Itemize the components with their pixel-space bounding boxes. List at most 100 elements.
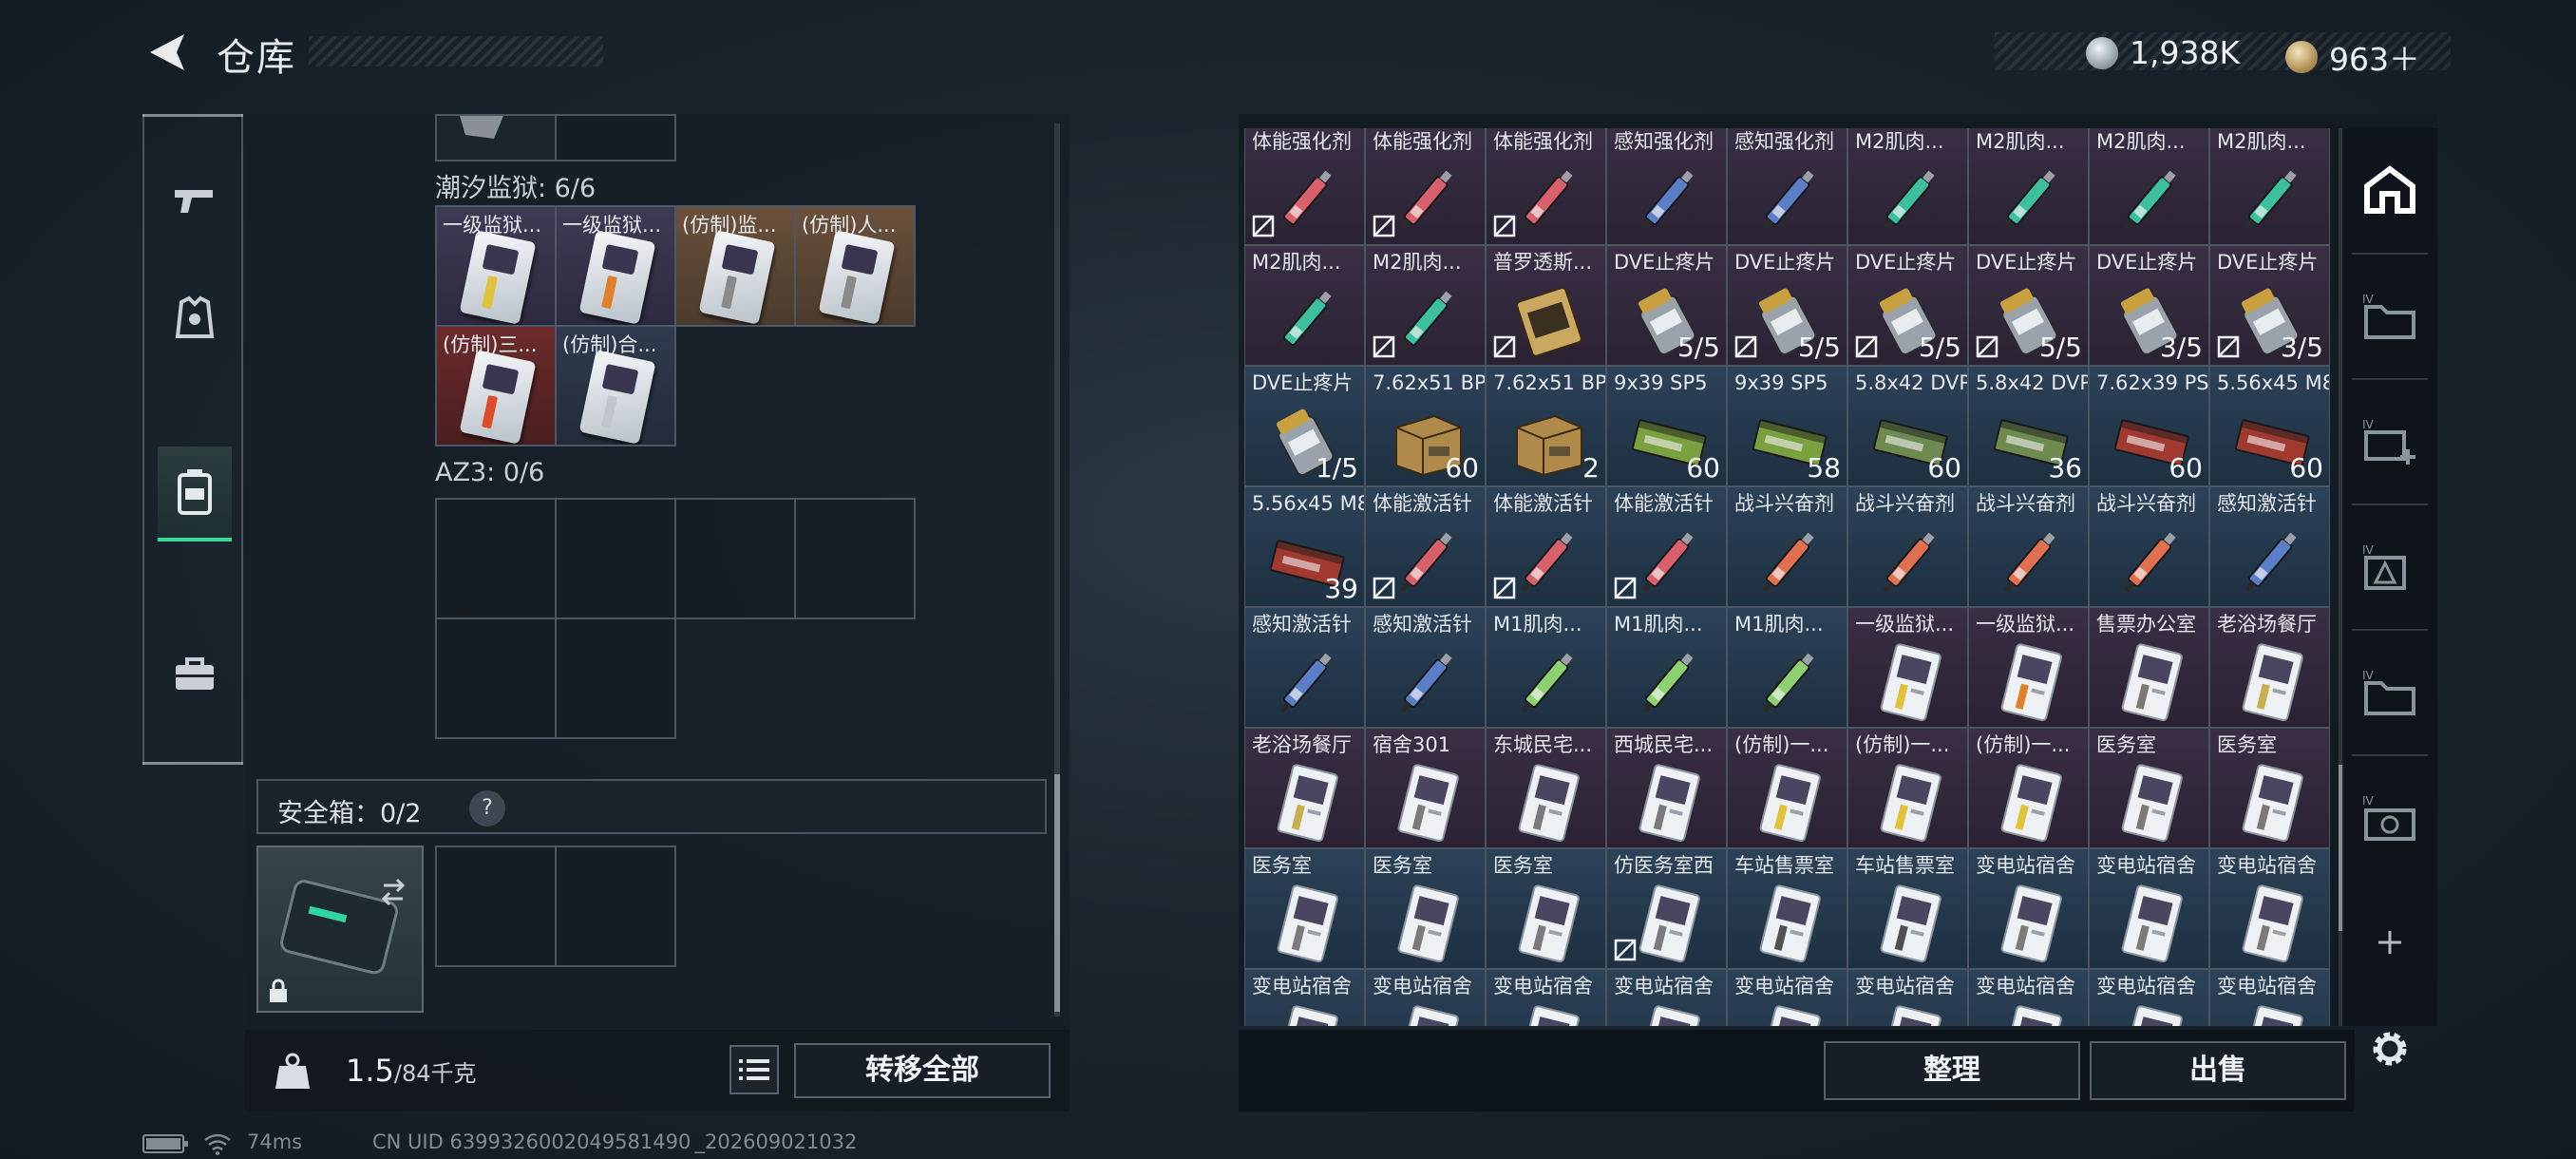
storage-item[interactable]: 9x39 SP5 60 xyxy=(1606,366,1727,486)
storage-item[interactable]: 宿舍301 xyxy=(1365,728,1486,848)
currency-secondary[interactable]: 963＋ xyxy=(2285,34,2420,80)
storage-item[interactable]: 变电站宿舍 xyxy=(1847,969,1968,1026)
iv-warn-tab[interactable]: IV xyxy=(2352,519,2428,614)
storage-item[interactable]: M1肌肉... xyxy=(1486,607,1606,728)
safe-slot[interactable] xyxy=(555,846,676,967)
iv-folder-tab[interactable]: IV xyxy=(2352,268,2428,363)
storage-item[interactable]: DVE止疼片 5/5 xyxy=(1727,245,1847,366)
storage-item[interactable]: 变电站宿舍 xyxy=(2209,969,2330,1026)
storage-item[interactable]: 老浴场餐厅 xyxy=(2209,607,2330,728)
help-button[interactable]: ? xyxy=(469,790,505,826)
storage-item[interactable]: M1肌肉... xyxy=(1727,607,1847,728)
sell-button[interactable]: 出售 xyxy=(2090,1041,2346,1100)
storage-item[interactable]: 感知激活针 xyxy=(1244,607,1365,728)
storage-item[interactable]: M1肌肉... xyxy=(1606,607,1727,728)
storage-item[interactable]: DVE止疼片 5/5 xyxy=(1847,245,1968,366)
az3-slot[interactable] xyxy=(435,498,557,619)
storage-item[interactable]: 医务室 xyxy=(2089,728,2209,848)
storage-item[interactable]: 变电站宿舍 xyxy=(2089,848,2209,969)
left-scroll-thumb[interactable] xyxy=(1054,774,1060,1012)
storage-item[interactable]: 感知强化剂 xyxy=(1606,128,1727,245)
storage-item[interactable]: (仿制)一... xyxy=(1847,728,1968,848)
storage-item[interactable]: 感知激活针 xyxy=(1365,607,1486,728)
storage-item[interactable]: 车站售票室 xyxy=(1847,848,1968,969)
storage-item[interactable]: 战斗兴奋剂 xyxy=(1727,486,1847,607)
storage-item[interactable]: 感知激活针 xyxy=(2209,486,2330,607)
storage-item[interactable]: 战斗兴奋剂 xyxy=(1847,486,1968,607)
storage-item[interactable]: 变电站宿舍 xyxy=(2089,969,2209,1026)
storage-item[interactable]: M2肌肉... xyxy=(2209,128,2330,245)
iv-folder-tab-2[interactable]: IV xyxy=(2352,644,2428,739)
tide-prison-item[interactable]: (仿制)三... xyxy=(435,325,557,446)
storage-item[interactable]: 变电站宿舍 xyxy=(1727,969,1847,1026)
storage-item[interactable]: 医务室 xyxy=(1365,848,1486,969)
storage-item[interactable]: DVE止疼片 1/5 xyxy=(1244,366,1365,486)
storage-item[interactable]: 战斗兴奋剂 xyxy=(2089,486,2209,607)
tide-prison-item[interactable]: 一级监狱... xyxy=(555,205,676,327)
storage-item[interactable]: 普罗透斯... xyxy=(1486,245,1606,366)
storage-item[interactable]: M2肌肉... xyxy=(1968,128,2089,245)
storage-item[interactable]: 变电站宿舍 xyxy=(1244,969,1365,1026)
storage-item[interactable]: 变电站宿舍 xyxy=(1486,969,1606,1026)
storage-item[interactable]: M2肌肉... xyxy=(1365,245,1486,366)
storage-item[interactable]: 变电站宿舍 xyxy=(1968,848,2089,969)
rail-case-tab[interactable] xyxy=(158,627,232,722)
rail-backpack-tab[interactable] xyxy=(158,446,232,542)
az3-slot[interactable] xyxy=(555,498,676,619)
storage-item[interactable]: 车站售票室 xyxy=(1727,848,1847,969)
storage-item[interactable]: 7.62x51 BPZ 60 xyxy=(1365,366,1486,486)
storage-item[interactable]: 5.8x42 DVP88 36 xyxy=(1968,366,2089,486)
storage-item[interactable]: (仿制)一... xyxy=(1727,728,1847,848)
tide-prison-item[interactable]: (仿制)人... xyxy=(794,205,916,327)
partial-empty-slot[interactable] xyxy=(555,114,676,162)
storage-item[interactable]: 5.56x45 M855 39 xyxy=(1244,486,1365,607)
back-arrow-icon[interactable] xyxy=(142,28,199,76)
storage-item[interactable]: 仿医务室西 xyxy=(1606,848,1727,969)
iv-add-tab[interactable]: IV xyxy=(2352,393,2428,488)
storage-item[interactable]: 体能激活针 xyxy=(1606,486,1727,607)
storage-item[interactable]: DVE止疼片 5/5 xyxy=(1968,245,2089,366)
list-view-button[interactable] xyxy=(729,1045,779,1094)
storage-item[interactable]: M2肌肉... xyxy=(2089,128,2209,245)
storage-item[interactable]: 医务室 xyxy=(2209,728,2330,848)
sort-button[interactable]: 整理 xyxy=(1824,1041,2080,1100)
storage-item[interactable]: 变电站宿舍 xyxy=(1365,969,1486,1026)
az3-slot[interactable] xyxy=(555,618,676,739)
add-storage-tab[interactable] xyxy=(2352,914,2428,971)
az3-slot[interactable] xyxy=(794,498,916,619)
home-storage-tab[interactable] xyxy=(2352,142,2428,238)
storage-item[interactable]: 7.62x39 PS 60 xyxy=(2089,366,2209,486)
storage-item[interactable]: 体能强化剂 xyxy=(1244,128,1365,245)
storage-item[interactable]: 9x39 SP5 58 xyxy=(1727,366,1847,486)
storage-item[interactable]: M2肌肉... xyxy=(1244,245,1365,366)
rail-armor-tab[interactable] xyxy=(158,271,232,366)
storage-item[interactable]: 东城民宅... xyxy=(1486,728,1606,848)
storage-item[interactable]: 一级监狱... xyxy=(1968,607,2089,728)
storage-item[interactable]: (仿制)一... xyxy=(1968,728,2089,848)
storage-item[interactable]: 体能强化剂 xyxy=(1486,128,1606,245)
safe-box-item[interactable] xyxy=(256,846,424,1013)
storage-item[interactable]: 售票办公室 xyxy=(2089,607,2209,728)
transfer-all-button[interactable]: 转移全部 xyxy=(794,1043,1051,1098)
storage-item[interactable]: DVE止疼片 3/5 xyxy=(2089,245,2209,366)
iv-camera-tab[interactable]: IV xyxy=(2352,770,2428,864)
storage-item[interactable]: 战斗兴奋剂 xyxy=(1968,486,2089,607)
az3-slot[interactable] xyxy=(435,618,557,739)
storage-item[interactable]: 老浴场餐厅 xyxy=(1244,728,1365,848)
storage-item[interactable]: 7.62x51 BPZ 2 xyxy=(1486,366,1606,486)
weight-icon[interactable] xyxy=(272,1051,313,1092)
tide-prison-item[interactable]: (仿制)监... xyxy=(674,205,796,327)
storage-item[interactable]: 医务室 xyxy=(1486,848,1606,969)
storage-item[interactable]: 变电站宿舍 xyxy=(1606,969,1727,1026)
tide-prison-item[interactable]: (仿制)合... xyxy=(555,325,676,446)
storage-item[interactable]: 5.8x42 DVP88 60 xyxy=(1847,366,1968,486)
rail-weapon-tab[interactable] xyxy=(158,152,232,247)
storage-item[interactable]: 体能激活针 xyxy=(1365,486,1486,607)
tide-prison-item[interactable]: 一级监狱... xyxy=(435,205,557,327)
storage-item[interactable]: DVE止疼片 5/5 xyxy=(1606,245,1727,366)
storage-item[interactable]: 体能激活针 xyxy=(1486,486,1606,607)
storage-item[interactable]: 感知强化剂 xyxy=(1727,128,1847,245)
storage-item[interactable]: M2肌肉... xyxy=(1847,128,1968,245)
settings-button[interactable] xyxy=(2352,1001,2428,1096)
storage-item[interactable]: 5.56x45 M855 60 xyxy=(2209,366,2330,486)
